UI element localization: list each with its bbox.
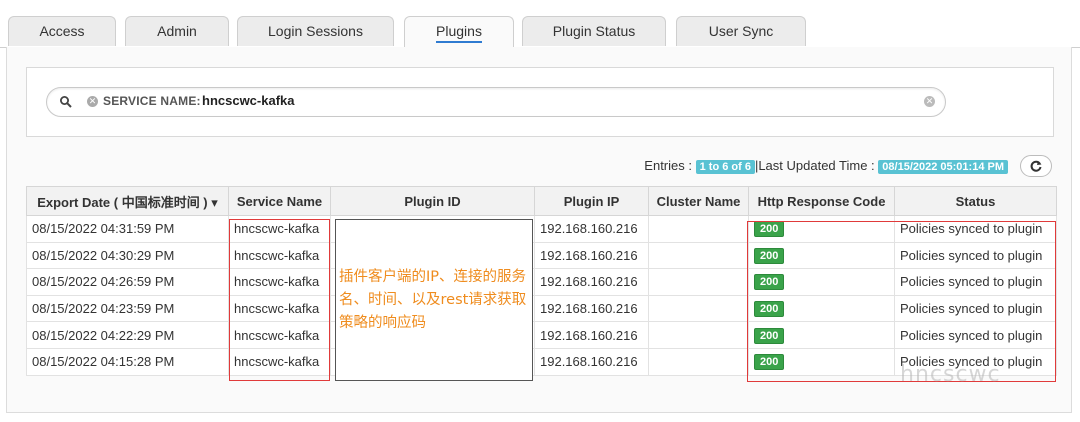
last-updated-label: |Last Updated Time :	[754, 158, 875, 173]
cluster-name-cell	[648, 321, 749, 349]
export-date-cell: 08/15/2022 04:26:59 PM	[26, 268, 229, 296]
cluster-name-cell	[648, 347, 749, 376]
header-service-name: Service Name	[228, 186, 331, 216]
tab-label: Plugins	[436, 23, 482, 43]
plugin-ip-cell: 192.168.160.216	[534, 347, 649, 376]
header-export-date[interactable]: Export Date ( 中国标准时间 ) ▾	[26, 186, 229, 216]
status-cell: Policies synced to plugin	[894, 241, 1057, 270]
export-date-cell: 08/15/2022 04:23:59 PM	[26, 294, 229, 323]
cluster-name-cell	[648, 294, 749, 323]
entries-badge: 1 to 6 of 6	[695, 160, 755, 174]
table-summary: Entries : 1 to 6 of 6 |Last Updated Time …	[644, 158, 1008, 176]
cluster-name-cell	[648, 241, 749, 270]
status-cell: Policies synced to plugin	[894, 294, 1057, 323]
http-code-cell: 200	[748, 241, 895, 270]
status-cell: Policies synced to plugin	[894, 321, 1057, 349]
plugin-ip-cell: 192.168.160.216	[534, 294, 649, 323]
table-row: 08/15/2022 04:22:29 PM hncscwc-kafka 192…	[26, 321, 1057, 349]
service-name-cell: hncscwc-kafka	[228, 321, 331, 349]
tab-label: Login Sessions	[268, 23, 363, 39]
status-badge: 200	[754, 247, 785, 264]
export-date-cell: 08/15/2022 04:22:29 PM	[26, 321, 229, 349]
http-code-cell: 200	[748, 347, 895, 376]
plugin-ip-cell: 192.168.160.216	[534, 268, 649, 296]
annotation-text: 插件客户端的IP、连接的服务名、时间、以及rest请求获取策略的响应码	[339, 269, 527, 331]
tab-label: Admin	[157, 23, 197, 39]
status-badge: 200	[754, 354, 785, 371]
search-icon	[60, 96, 72, 108]
header-http-response-code: Http Response Code	[748, 186, 895, 216]
search-input[interactable]: ✕ SERVICE NAME: hncscwc-kafka ✕	[46, 87, 946, 117]
table-row: 08/15/2022 04:30:29 PM hncscwc-kafka 192…	[26, 241, 1057, 270]
filter-value[interactable]: hncscwc-kafka	[202, 93, 295, 108]
status-cell: Policies synced to plugin	[894, 268, 1057, 296]
http-code-cell: 200	[748, 215, 895, 243]
export-date-cell: 08/15/2022 04:30:29 PM	[26, 241, 229, 270]
tab-plugins[interactable]: Plugins	[404, 16, 514, 47]
tab-label: User Sync	[708, 23, 774, 39]
http-code-cell: 200	[748, 321, 895, 349]
service-name-cell: hncscwc-kafka	[228, 294, 331, 323]
service-name-cell: hncscwc-kafka	[228, 215, 331, 243]
tab-label: Plugin Status	[552, 23, 636, 39]
table-row: 08/15/2022 04:23:59 PM hncscwc-kafka 192…	[26, 294, 1057, 323]
plugin-status-table: Export Date ( 中国标准时间 ) ▾ Service Name Pl…	[26, 186, 1057, 376]
tab-bar: Access Admin Login Sessions Plugins Plug…	[0, 0, 1080, 48]
http-code-cell: 200	[748, 294, 895, 323]
service-name-cell: hncscwc-kafka	[228, 268, 331, 296]
table-header-row: Export Date ( 中国标准时间 ) ▾ Service Name Pl…	[26, 186, 1057, 216]
refresh-button[interactable]	[1020, 155, 1052, 177]
tab-admin[interactable]: Admin	[125, 16, 229, 46]
header-label: Export Date ( 中国标准时间 )	[37, 194, 208, 210]
status-badge: 200	[754, 327, 785, 344]
status-badge: 200	[754, 221, 785, 238]
remove-filter-icon[interactable]: ✕	[87, 96, 98, 107]
tab-access[interactable]: Access	[8, 16, 116, 46]
plugin-ip-cell: 192.168.160.216	[534, 321, 649, 349]
watermark: hncscwc	[900, 362, 1001, 387]
table-row: 08/15/2022 04:26:59 PM hncscwc-kafka 192…	[26, 268, 1057, 296]
table-row: 08/15/2022 04:31:59 PM hncscwc-kafka 192…	[26, 215, 1057, 243]
header-plugin-ip: Plugin IP	[534, 186, 649, 216]
clear-search-icon[interactable]: ✕	[924, 96, 935, 107]
status-cell: Policies synced to plugin	[894, 215, 1057, 243]
export-date-cell: 08/15/2022 04:31:59 PM	[26, 215, 229, 243]
plugin-ip-cell: 192.168.160.216	[534, 215, 649, 243]
header-cluster-name: Cluster Name	[648, 186, 749, 216]
refresh-icon	[1030, 160, 1042, 172]
cluster-name-cell	[648, 215, 749, 243]
service-name-cell: hncscwc-kafka	[228, 347, 331, 376]
tab-login-sessions[interactable]: Login Sessions	[237, 16, 394, 46]
last-updated-badge: 08/15/2022 05:01:14 PM	[878, 160, 1008, 174]
header-plugin-id: Plugin ID	[330, 186, 535, 216]
status-badge: 200	[754, 301, 785, 318]
http-code-cell: 200	[748, 268, 895, 296]
export-date-cell: 08/15/2022 04:15:28 PM	[26, 347, 229, 376]
plugin-ip-cell: 192.168.160.216	[534, 241, 649, 270]
status-badge: 200	[754, 274, 785, 291]
service-name-cell: hncscwc-kafka	[228, 241, 331, 270]
header-status: Status	[894, 186, 1057, 216]
tab-plugin-status[interactable]: Plugin Status	[522, 16, 666, 46]
entries-label: Entries :	[644, 158, 692, 173]
tab-user-sync[interactable]: User Sync	[676, 16, 806, 46]
filter-key: SERVICE NAME:	[103, 94, 201, 108]
caret-down-icon: ▾	[211, 194, 218, 210]
tab-label: Access	[39, 23, 85, 39]
cluster-name-cell	[648, 268, 749, 296]
